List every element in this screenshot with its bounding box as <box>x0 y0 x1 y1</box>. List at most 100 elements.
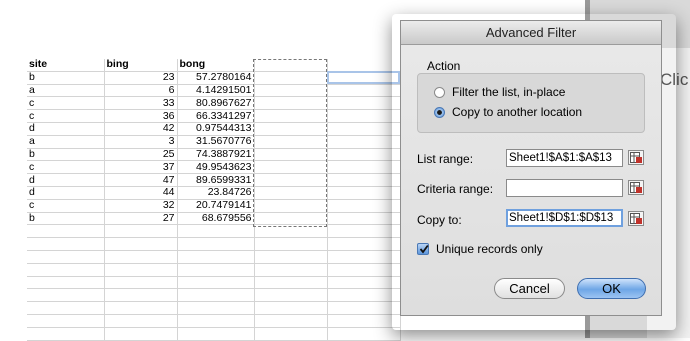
empty-cell[interactable] <box>254 199 328 213</box>
data-cell[interactable]: c <box>27 160 105 175</box>
data-cell[interactable]: 49.9543623 <box>177 160 255 175</box>
data-cell[interactable]: 3 <box>104 135 178 149</box>
empty-cell[interactable] <box>177 237 255 251</box>
empty-cell[interactable] <box>104 263 178 277</box>
empty-cell[interactable] <box>254 237 328 251</box>
empty-cell[interactable] <box>27 314 105 328</box>
data-cell[interactable]: 23.84726 <box>177 186 255 200</box>
empty-cell[interactable] <box>327 327 401 341</box>
empty-cell[interactable] <box>254 224 328 239</box>
data-cell[interactable]: 37 <box>104 160 178 175</box>
empty-cell[interactable] <box>327 160 401 175</box>
empty-cell[interactable] <box>177 327 255 341</box>
empty-cell[interactable] <box>254 59 328 72</box>
empty-cell[interactable] <box>327 135 401 149</box>
empty-cell[interactable] <box>254 250 328 264</box>
copy-to-input[interactable]: Sheet1!$D$1:$D$13 <box>506 209 623 227</box>
data-cell[interactable]: 23 <box>104 71 178 85</box>
empty-cell[interactable] <box>177 250 255 264</box>
active-cell[interactable] <box>327 71 400 84</box>
empty-cell[interactable] <box>254 135 328 149</box>
data-cell[interactable]: d <box>27 173 105 187</box>
empty-cell[interactable] <box>327 96 401 111</box>
data-cell[interactable]: 57.2780164 <box>177 71 255 85</box>
data-cell[interactable]: 44 <box>104 186 178 200</box>
empty-cell[interactable] <box>104 301 178 315</box>
empty-cell[interactable] <box>254 160 328 175</box>
empty-cell[interactable] <box>104 224 178 239</box>
empty-cell[interactable] <box>27 276 105 290</box>
data-cell[interactable]: b <box>27 212 105 226</box>
list-range-collapse-button[interactable] <box>628 150 644 165</box>
empty-cell[interactable] <box>104 237 178 251</box>
column-header-cell[interactable]: site <box>27 59 105 72</box>
empty-cell[interactable] <box>254 301 328 315</box>
empty-cell[interactable] <box>327 288 401 303</box>
empty-cell[interactable] <box>327 173 401 187</box>
data-cell[interactable]: c <box>27 199 105 213</box>
empty-cell[interactable] <box>27 327 105 341</box>
data-cell[interactable]: b <box>27 148 105 162</box>
empty-cell[interactable] <box>254 212 328 226</box>
data-cell[interactable]: 36 <box>104 109 178 123</box>
empty-cell[interactable] <box>177 224 255 239</box>
empty-cell[interactable] <box>104 314 178 328</box>
empty-cell[interactable] <box>327 314 401 328</box>
data-cell[interactable]: 20.7479141 <box>177 199 255 213</box>
data-cell[interactable]: 27 <box>104 212 178 226</box>
empty-cell[interactable] <box>254 84 328 98</box>
data-cell[interactable]: 25 <box>104 148 178 162</box>
empty-cell[interactable] <box>327 59 401 72</box>
empty-cell[interactable] <box>27 224 105 239</box>
empty-cell[interactable] <box>327 237 401 251</box>
data-cell[interactable]: b <box>27 71 105 85</box>
empty-cell[interactable] <box>177 301 255 315</box>
data-cell[interactable]: 42 <box>104 122 178 136</box>
data-cell[interactable]: 32 <box>104 199 178 213</box>
cancel-button[interactable]: Cancel <box>494 278 565 299</box>
empty-cell[interactable] <box>254 71 328 85</box>
empty-cell[interactable] <box>254 96 328 111</box>
radio-copy-to-location[interactable]: Copy to another location <box>434 105 582 119</box>
empty-cell[interactable] <box>254 148 328 162</box>
data-cell[interactable]: 31.5670776 <box>177 135 255 149</box>
data-cell[interactable]: 68.679556 <box>177 212 255 226</box>
empty-cell[interactable] <box>327 301 401 315</box>
empty-cell[interactable] <box>327 122 401 136</box>
checkbox-checked-icon[interactable] <box>417 243 429 255</box>
empty-cell[interactable] <box>254 314 328 328</box>
empty-cell[interactable] <box>254 263 328 277</box>
empty-cell[interactable] <box>104 288 178 303</box>
empty-cell[interactable] <box>104 276 178 290</box>
empty-cell[interactable] <box>254 109 328 123</box>
radio-button-icon[interactable] <box>434 86 445 98</box>
data-cell[interactable]: 47 <box>104 173 178 187</box>
empty-cell[interactable] <box>254 327 328 341</box>
empty-cell[interactable] <box>327 186 401 200</box>
data-cell[interactable]: 80.8967627 <box>177 96 255 111</box>
data-cell[interactable]: a <box>27 135 105 149</box>
empty-cell[interactable] <box>254 122 328 136</box>
empty-cell[interactable] <box>327 276 401 290</box>
empty-cell[interactable] <box>327 263 401 277</box>
data-cell[interactable]: 74.3887921 <box>177 148 255 162</box>
empty-cell[interactable] <box>104 327 178 341</box>
unique-records-option[interactable]: Unique records only <box>417 242 543 256</box>
empty-cell[interactable] <box>27 263 105 277</box>
radio-button-icon[interactable] <box>434 106 445 118</box>
data-cell[interactable]: c <box>27 109 105 123</box>
empty-cell[interactable] <box>327 224 401 239</box>
empty-cell[interactable] <box>27 250 105 264</box>
empty-cell[interactable] <box>327 148 401 162</box>
empty-cell[interactable] <box>27 301 105 315</box>
empty-cell[interactable] <box>104 250 178 264</box>
empty-cell[interactable] <box>327 109 401 123</box>
column-header-cell[interactable]: bong <box>177 59 255 72</box>
empty-cell[interactable] <box>177 288 255 303</box>
empty-cell[interactable] <box>177 276 255 290</box>
empty-cell[interactable] <box>254 186 328 200</box>
data-cell[interactable]: 0.97544313 <box>177 122 255 136</box>
radio-filter-in-place[interactable]: Filter the list, in-place <box>434 85 565 99</box>
data-cell[interactable]: 66.3341297 <box>177 109 255 123</box>
data-cell[interactable]: 4.14291501 <box>177 84 255 98</box>
